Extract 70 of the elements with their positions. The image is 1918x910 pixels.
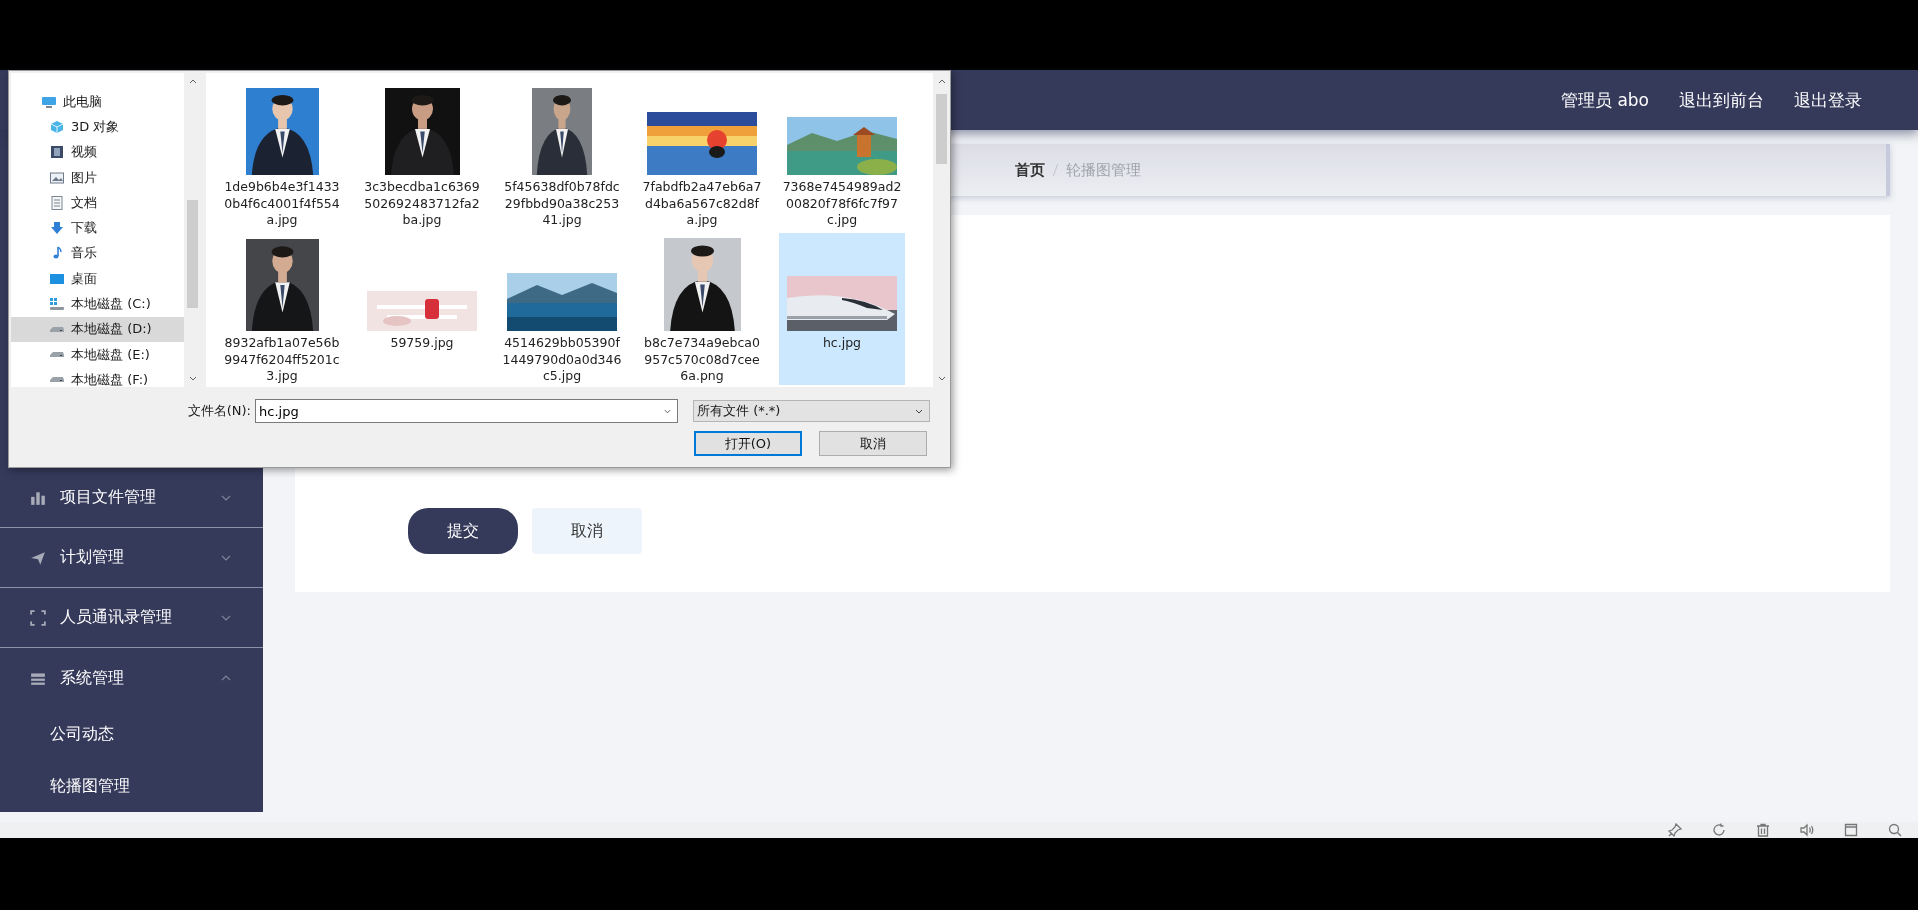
document-icon bbox=[49, 195, 65, 210]
chevron-icon bbox=[221, 554, 231, 561]
chevron-icon bbox=[221, 614, 231, 621]
nav-tree-item[interactable]: 本地磁盘 (F:) bbox=[11, 367, 184, 387]
header-link[interactable]: 退出登录 bbox=[1794, 88, 1862, 112]
trash-icon[interactable] bbox=[1756, 823, 1770, 837]
nav-tree-item[interactable]: 图片 bbox=[11, 164, 184, 191]
nav-tree-item[interactable]: 此电脑 bbox=[11, 89, 184, 115]
cancel-button[interactable]: 取消 bbox=[819, 431, 927, 456]
chevron-icon bbox=[221, 494, 231, 501]
sidebar-menu-item[interactable]: 计划管理 bbox=[0, 528, 263, 588]
nav-tree-item[interactable]: 本地磁盘 (C:) bbox=[11, 291, 184, 317]
pin-icon[interactable] bbox=[1668, 823, 1682, 837]
file-item[interactable]: 8932afb1a07e56b9947f6204ff5201c3.jpg bbox=[219, 233, 345, 385]
header-link[interactable]: 退出到前台 bbox=[1679, 88, 1764, 112]
rotate-icon[interactable] bbox=[1712, 823, 1726, 837]
drive-icon bbox=[50, 352, 64, 358]
sidebar-menu-item[interactable]: 人员通讯录管理 bbox=[0, 588, 263, 648]
paper-plane-icon bbox=[30, 549, 46, 566]
image-icon bbox=[49, 170, 65, 185]
system-drive-icon bbox=[49, 297, 65, 311]
scroll-up-icon[interactable] bbox=[937, 79, 946, 84]
stack-icon bbox=[30, 670, 46, 686]
monitor-icon bbox=[49, 271, 65, 286]
chevron-icon bbox=[221, 675, 231, 681]
nav-tree-item[interactable]: 本地磁盘 (D:) bbox=[11, 316, 184, 342]
computer-icon bbox=[41, 94, 57, 109]
scroll-down-icon[interactable] bbox=[937, 376, 946, 381]
dropdown-caret-icon bbox=[915, 408, 923, 414]
scrollbar-thumb[interactable] bbox=[187, 200, 198, 308]
scroll-up-icon[interactable] bbox=[188, 79, 197, 84]
sidebar-submenu-item[interactable]: 轮播图管理 bbox=[0, 760, 263, 812]
sidebar-menu-item[interactable]: 系统管理 bbox=[0, 648, 263, 708]
nav-tree-item[interactable]: 3D 对象 bbox=[11, 114, 184, 140]
file-item[interactable]: 5f45638df0b78fdc29fbbd90a38c25341.jpg bbox=[499, 77, 625, 229]
file-item[interactable]: 7368e7454989ad200820f78f6fc7f97c.jpg bbox=[779, 77, 905, 229]
sidebar-submenu-item[interactable]: 公司动态 bbox=[0, 708, 263, 760]
file-item[interactable]: 1de9b6b4e3f14330b4f6c4001f4f554a.jpg bbox=[219, 77, 345, 229]
window-icon[interactable] bbox=[1844, 823, 1858, 837]
open-button[interactable]: 打开(O) bbox=[694, 431, 802, 456]
nav-tree-item[interactable]: 下载 bbox=[11, 215, 184, 241]
filename-label: 文件名(N): bbox=[186, 402, 252, 420]
nav-tree-item[interactable]: 文档 bbox=[11, 190, 184, 216]
admin-user-label: 管理员 abo bbox=[1561, 88, 1649, 112]
nav-tree-item[interactable]: 视频 bbox=[11, 139, 184, 165]
file-type-dropdown[interactable]: 所有文件 (*.*) bbox=[693, 400, 930, 422]
scrollbar[interactable] bbox=[933, 73, 950, 387]
nav-tree-item[interactable]: 本地磁盘 (E:) bbox=[11, 341, 184, 368]
file-item[interactable]: b8c7e734a9ebca0957c570c08d7cee6a.png bbox=[639, 233, 765, 385]
bar-chart-icon bbox=[30, 489, 46, 506]
file-item[interactable]: 3c3becdba1c6369502692483712fa2ba.jpg bbox=[359, 77, 485, 229]
speaker-icon[interactable] bbox=[1800, 823, 1814, 837]
scroll-down-icon[interactable] bbox=[188, 376, 197, 381]
nav-tree-item[interactable]: 桌面 bbox=[11, 266, 184, 292]
file-item[interactable]: 4514629bb05390f1449790d0a0d346c5.jpg bbox=[499, 233, 625, 385]
submit-button[interactable]: 提交 bbox=[408, 508, 518, 554]
scrollbar-thumb[interactable] bbox=[936, 94, 947, 164]
drive-icon bbox=[50, 377, 64, 383]
cancel-button[interactable]: 取消 bbox=[532, 508, 642, 554]
file-item[interactable]: 59759.jpg bbox=[359, 233, 485, 385]
download-arrow-icon bbox=[49, 221, 65, 236]
cube-icon bbox=[49, 119, 65, 134]
frame-corners-icon bbox=[30, 609, 46, 626]
breadcrumb-link[interactable]: 首页 bbox=[1015, 160, 1045, 180]
drive-icon bbox=[50, 326, 64, 332]
file-item[interactable]: 7fabdfb2a47eb6a7d4ba6a567c82d8fa.jpg bbox=[639, 77, 765, 229]
search-icon[interactable] bbox=[1888, 823, 1902, 837]
file-item[interactable]: hc.jpg bbox=[779, 233, 905, 385]
nav-tree-item[interactable]: 音乐 bbox=[11, 240, 184, 267]
film-icon bbox=[49, 145, 65, 160]
